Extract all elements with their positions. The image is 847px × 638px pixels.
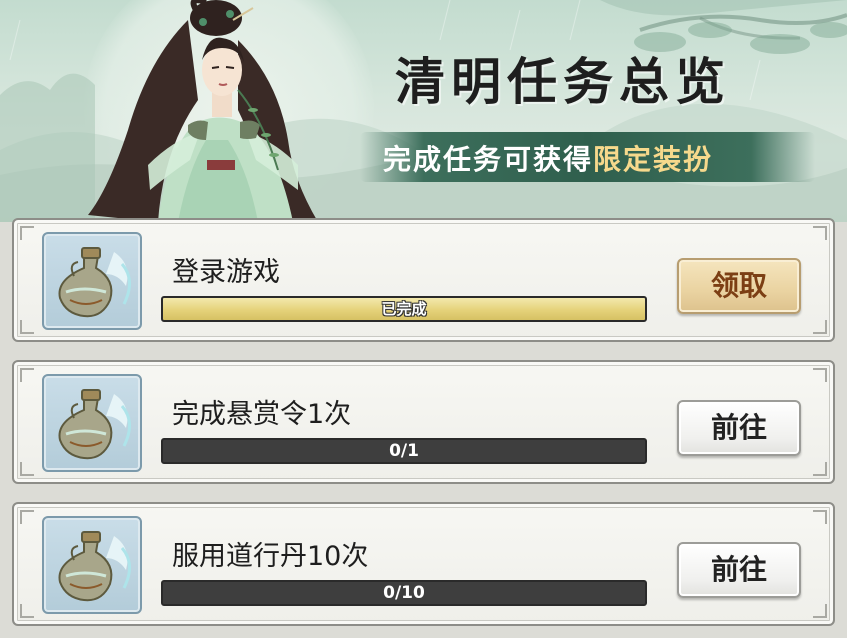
subtitle-highlight: 限定装扮: [593, 143, 714, 176]
vase-icon[interactable]: [42, 516, 142, 614]
progress-label: 0/1: [389, 441, 419, 461]
task-card: 服用道行丹10次 0/10 前往: [12, 502, 835, 626]
vase-icon[interactable]: [42, 232, 142, 330]
progress-label: 0/10: [383, 583, 425, 603]
character-illustration: [88, 0, 318, 222]
page-title: 清明任务总览: [395, 52, 731, 111]
task-progress-bar: 0/10: [161, 580, 647, 606]
task-title: 服用道行丹10次: [172, 541, 369, 572]
task-progress-bar: 已完成: [161, 296, 647, 322]
task-progress-bar: 0/1: [161, 438, 647, 464]
task-card: 完成悬赏令1次 0/1 前往: [12, 360, 835, 484]
progress-label: 已完成: [381, 300, 427, 318]
claim-button[interactable]: 领取: [677, 258, 801, 314]
event-banner: 清明任务总览 完成任务可获得限定装扮: [0, 0, 847, 222]
go-button[interactable]: 前往: [677, 400, 801, 456]
task-card: 登录游戏 已完成 领取: [12, 218, 835, 342]
subtitle-text: 完成任务可获得: [383, 143, 594, 176]
task-title: 完成悬赏令1次: [172, 399, 352, 430]
vase-icon[interactable]: [42, 374, 142, 472]
task-title: 登录游戏: [172, 257, 280, 288]
go-button[interactable]: 前往: [677, 542, 801, 598]
banner-subtitle: 完成任务可获得限定装扮: [383, 138, 713, 178]
